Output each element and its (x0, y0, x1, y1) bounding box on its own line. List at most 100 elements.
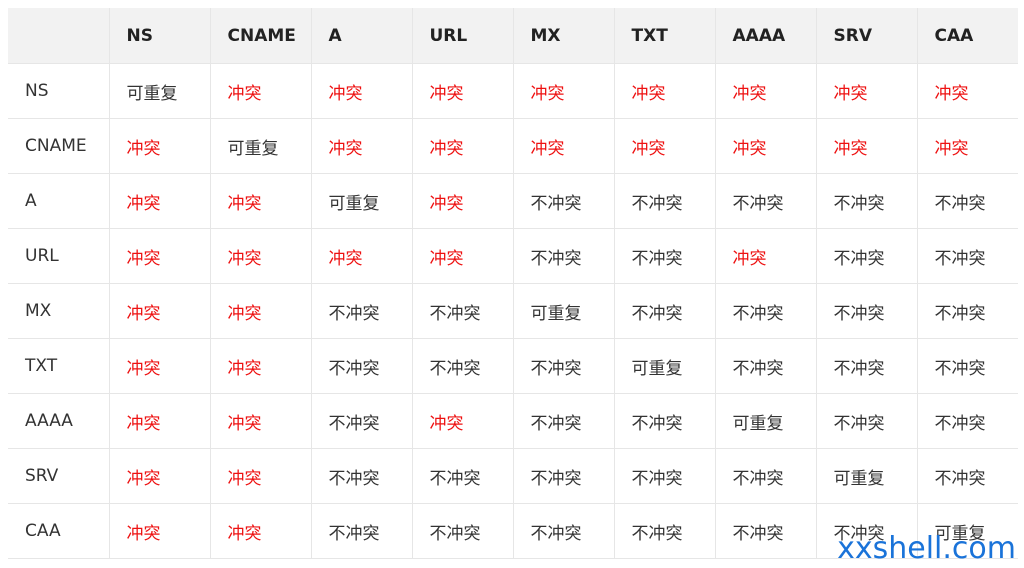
status-cell-no-conflict: 不冲突 (715, 173, 817, 229)
status-cell-no-conflict: 不冲突 (816, 228, 918, 284)
status-cell-conflict: 冲突 (210, 393, 312, 449)
status-cell-conflict: 冲突 (210, 173, 312, 229)
status-cell-no-conflict: 不冲突 (614, 283, 716, 339)
column-header-srv: SRV (816, 8, 918, 64)
status-cell-no-conflict: 不冲突 (715, 338, 817, 394)
status-cell-no-conflict: 不冲突 (412, 283, 514, 339)
row-header-aaaa: AAAA (8, 393, 110, 449)
status-cell-no-conflict: 不冲突 (816, 283, 918, 339)
column-header-a: A (311, 8, 413, 64)
table-header: NS CNAME A URL MX TXT AAAA SRV CAA (8, 8, 1018, 64)
status-cell-no-conflict: 不冲突 (917, 173, 1018, 229)
status-cell-repeatable: 可重复 (816, 448, 918, 504)
status-cell-no-conflict: 不冲突 (311, 338, 413, 394)
status-cell-no-conflict: 不冲突 (311, 393, 413, 449)
status-cell-repeatable: 可重复 (311, 173, 413, 229)
status-cell-conflict: 冲突 (917, 63, 1018, 119)
column-header-ns: NS (109, 8, 211, 64)
table-row: TXT 冲突 冲突 不冲突 不冲突 不冲突 可重复 不冲突 不冲突 不冲突 (8, 338, 1018, 394)
status-cell-conflict: 冲突 (412, 228, 514, 284)
status-cell-conflict: 冲突 (109, 338, 211, 394)
status-cell-conflict: 冲突 (412, 393, 514, 449)
status-cell-no-conflict: 不冲突 (715, 283, 817, 339)
status-cell-no-conflict: 不冲突 (917, 393, 1018, 449)
status-cell-no-conflict: 不冲突 (614, 173, 716, 229)
column-header-url: URL (412, 8, 514, 64)
status-cell-no-conflict: 不冲突 (816, 173, 918, 229)
status-cell-no-conflict: 不冲突 (412, 448, 514, 504)
status-cell-no-conflict: 不冲突 (816, 338, 918, 394)
status-cell-no-conflict: 不冲突 (614, 228, 716, 284)
column-header-mx: MX (513, 8, 615, 64)
status-cell-no-conflict: 不冲突 (917, 228, 1018, 284)
status-cell-conflict: 冲突 (210, 283, 312, 339)
table-row: SRV 冲突 冲突 不冲突 不冲突 不冲突 不冲突 不冲突 可重复 不冲突 (8, 448, 1018, 504)
status-cell-conflict: 冲突 (715, 63, 817, 119)
status-cell-no-conflict: 不冲突 (715, 448, 817, 504)
status-cell-conflict: 冲突 (715, 228, 817, 284)
status-cell-conflict: 冲突 (109, 503, 211, 559)
column-header-aaaa: AAAA (715, 8, 817, 64)
status-cell-conflict: 冲突 (816, 118, 918, 174)
status-cell-repeatable: 可重复 (614, 338, 716, 394)
status-cell-no-conflict: 不冲突 (412, 503, 514, 559)
status-cell-conflict: 冲突 (109, 228, 211, 284)
status-cell-no-conflict: 不冲突 (513, 503, 615, 559)
status-cell-repeatable: 可重复 (109, 63, 211, 119)
status-cell-no-conflict: 不冲突 (614, 448, 716, 504)
row-header-cname: CNAME (8, 118, 110, 174)
status-cell-no-conflict: 不冲突 (816, 393, 918, 449)
status-cell-no-conflict: 不冲突 (513, 338, 615, 394)
status-cell-conflict: 冲突 (210, 63, 312, 119)
table-row: AAAA 冲突 冲突 不冲突 冲突 不冲突 不冲突 可重复 不冲突 不冲突 (8, 393, 1018, 449)
row-header-caa: CAA (8, 503, 110, 559)
column-header-caa: CAA (917, 8, 1018, 64)
status-cell-conflict: 冲突 (109, 118, 211, 174)
header-row: NS CNAME A URL MX TXT AAAA SRV CAA (8, 8, 1018, 64)
row-header-ns: NS (8, 63, 110, 119)
dns-record-conflict-table: NS CNAME A URL MX TXT AAAA SRV CAA NS 可重复 冲突 冲突 冲突 冲突… (8, 8, 1018, 559)
status-cell-no-conflict: 不冲突 (311, 283, 413, 339)
status-cell-conflict: 冲突 (513, 118, 615, 174)
dns-record-conflict-table-container: NS CNAME A URL MX TXT AAAA SRV CAA NS 可重复 冲突 冲突 冲突 冲突… (8, 8, 1018, 559)
status-cell-conflict: 冲突 (210, 503, 312, 559)
status-cell-no-conflict: 不冲突 (311, 448, 413, 504)
status-cell-no-conflict: 不冲突 (513, 448, 615, 504)
status-cell-no-conflict: 不冲突 (614, 393, 716, 449)
status-cell-no-conflict: 不冲突 (917, 448, 1018, 504)
status-cell-conflict: 冲突 (311, 228, 413, 284)
status-cell-conflict: 冲突 (513, 63, 615, 119)
status-cell-conflict: 冲突 (210, 338, 312, 394)
status-cell-repeatable: 可重复 (513, 283, 615, 339)
table-row: MX 冲突 冲突 不冲突 不冲突 可重复 不冲突 不冲突 不冲突 不冲突 (8, 283, 1018, 339)
status-cell-no-conflict: 不冲突 (513, 393, 615, 449)
status-cell-no-conflict: 不冲突 (513, 173, 615, 229)
status-cell-conflict: 冲突 (412, 173, 514, 229)
status-cell-conflict: 冲突 (109, 393, 211, 449)
table-row: NS 可重复 冲突 冲突 冲突 冲突 冲突 冲突 冲突 冲突 (8, 63, 1018, 119)
status-cell-conflict: 冲突 (816, 63, 918, 119)
corner-header-cell (8, 8, 110, 64)
status-cell-no-conflict: 不冲突 (311, 503, 413, 559)
status-cell-conflict: 冲突 (311, 63, 413, 119)
column-header-txt: TXT (614, 8, 716, 64)
status-cell-repeatable: 可重复 (210, 118, 312, 174)
status-cell-conflict: 冲突 (109, 283, 211, 339)
column-header-cname: CNAME (210, 8, 312, 64)
status-cell-no-conflict: 不冲突 (513, 228, 615, 284)
status-cell-conflict: 冲突 (614, 63, 716, 119)
status-cell-repeatable: 可重复 (715, 393, 817, 449)
table-row: URL 冲突 冲突 冲突 冲突 不冲突 不冲突 冲突 不冲突 不冲突 (8, 228, 1018, 284)
site-watermark: xxshell.com (837, 531, 1016, 566)
row-header-srv: SRV (8, 448, 110, 504)
status-cell-conflict: 冲突 (715, 118, 817, 174)
table-row: A 冲突 冲突 可重复 冲突 不冲突 不冲突 不冲突 不冲突 不冲突 (8, 173, 1018, 229)
status-cell-conflict: 冲突 (412, 118, 514, 174)
status-cell-no-conflict: 不冲突 (715, 503, 817, 559)
status-cell-conflict: 冲突 (917, 118, 1018, 174)
row-header-a: A (8, 173, 110, 229)
table-body: NS 可重复 冲突 冲突 冲突 冲突 冲突 冲突 冲突 冲突 CNAME 冲突 可重复 冲突 冲突 冲突 冲突冲… (8, 63, 1018, 559)
status-cell-no-conflict: 不冲突 (917, 338, 1018, 394)
status-cell-no-conflict: 不冲突 (917, 283, 1018, 339)
status-cell-conflict: 冲突 (210, 448, 312, 504)
